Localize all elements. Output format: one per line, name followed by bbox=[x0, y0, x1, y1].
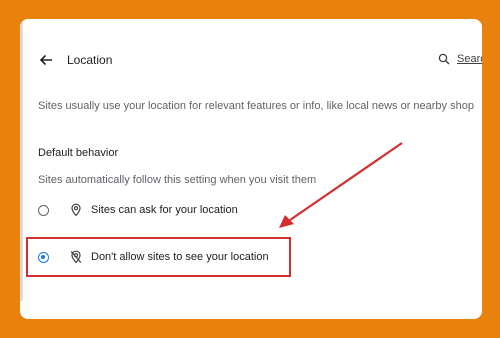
default-behavior-description: Sites automatically follow this setting … bbox=[38, 174, 317, 186]
option-sites-can-ask[interactable]: Sites can ask for your location bbox=[38, 200, 238, 220]
page-description: Sites usually use your location for rele… bbox=[38, 100, 474, 112]
arrow-back-icon[interactable] bbox=[38, 52, 54, 68]
default-behavior-heading: Default behavior bbox=[38, 147, 119, 159]
radio-button[interactable] bbox=[38, 204, 49, 216]
search-settings-link[interactable]: Searc bbox=[457, 53, 482, 65]
panel-divider bbox=[20, 19, 23, 301]
option-label: Sites can ask for your location bbox=[91, 204, 238, 216]
page-title: Location bbox=[67, 53, 113, 67]
location-pin-icon bbox=[71, 203, 81, 217]
annotation-highlight-box bbox=[26, 237, 291, 277]
search-icon[interactable] bbox=[438, 53, 450, 65]
settings-panel: Location Searc Sites usually use your lo… bbox=[20, 19, 482, 319]
